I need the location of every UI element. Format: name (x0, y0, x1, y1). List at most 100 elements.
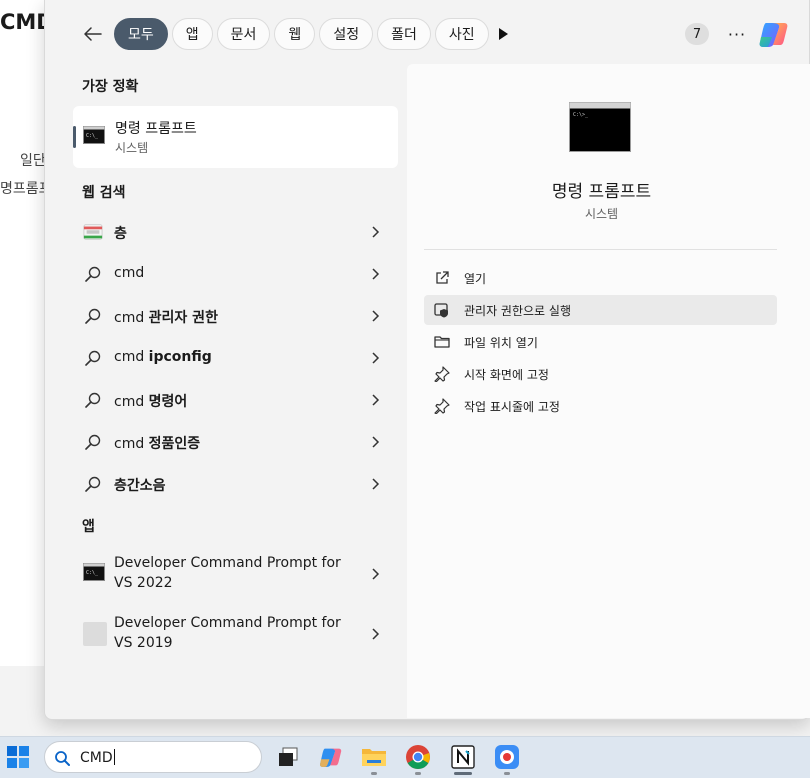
rewards-count-badge[interactable]: 7 (685, 23, 709, 45)
more-options-button[interactable]: ··· (725, 22, 749, 46)
chevron-right-icon (372, 226, 380, 238)
filter-chip-apps[interactable]: 앱 (171, 18, 213, 50)
taskbar-search-box[interactable]: CMD (44, 741, 262, 773)
web-result-item[interactable]: cmd (73, 254, 398, 294)
running-indicator (415, 772, 421, 775)
results-list: 가장 정확 C:\_ 명령 프롬프트 시스템 웹 검색 층 cmd cmd 관리… (45, 64, 407, 720)
svg-text:C:\_: C:\_ (86, 570, 99, 576)
open-external-icon (436, 271, 449, 284)
search-icon (83, 475, 103, 493)
web-result-label: cmd 명령어 (114, 394, 188, 410)
action-run-as-admin[interactable]: 관리자 권한으로 실행 (424, 295, 777, 325)
console-large-icon: C:\>_ (569, 102, 631, 152)
web-search-heading: 웹 검색 (82, 185, 126, 201)
web-result-label: 층 (114, 226, 127, 242)
background-text: 일단 (20, 153, 44, 169)
web-result-label: 층간소음 (114, 478, 166, 494)
filter-chip-documents[interactable]: 문서 (216, 18, 271, 50)
app-result-item[interactable]: C:\_ Developer Command Prompt for VS 202… (73, 548, 398, 600)
filter-chip-folders[interactable]: 폴더 (377, 18, 431, 50)
back-button[interactable] (79, 20, 107, 48)
background-title: CMD (0, 10, 44, 34)
action-pin-to-taskbar[interactable]: 작업 표시줄에 고정 (424, 391, 777, 421)
web-result-item[interactable]: cmd 명령어 (73, 380, 398, 420)
filter-chip-settings[interactable]: 설정 (319, 18, 374, 50)
web-image-icon (83, 223, 103, 241)
web-result-item[interactable]: cmd ipconfig (73, 338, 398, 378)
filter-bar: 모두 앱 문서 웹 설정 폴더 사진 7 ··· (45, 0, 810, 64)
console-icon: C:\_ (83, 563, 105, 581)
app-result-item[interactable]: Developer Command Prompt for VS 2019 (73, 608, 398, 660)
taskbar-copilot-button[interactable] (317, 743, 345, 771)
folder-icon (434, 336, 450, 348)
copilot-icon (320, 748, 342, 767)
apps-heading: 앱 (82, 519, 95, 535)
action-label: 시작 화면에 고정 (464, 368, 549, 382)
active-indicator (454, 772, 472, 775)
running-indicator (504, 772, 510, 775)
action-label: 관리자 권한으로 실행 (464, 304, 571, 318)
web-result-item[interactable]: cmd 정품인증 (73, 422, 398, 462)
chevron-right-icon (372, 352, 380, 364)
web-result-item[interactable]: cmd 관리자 권한 (73, 296, 398, 336)
best-match-result[interactable]: C:\_ 명령 프롬프트 시스템 (73, 106, 398, 168)
web-result-label: cmd 관리자 권한 (114, 310, 218, 326)
shield-icon (434, 303, 448, 318)
chevron-right-icon (372, 394, 380, 406)
chrome-button[interactable] (404, 743, 432, 771)
running-indicator (371, 772, 377, 775)
pin-icon (434, 398, 450, 414)
action-open-file-location[interactable]: 파일 위치 열기 (424, 327, 777, 357)
more-filters-button[interactable] (493, 24, 513, 44)
chevron-right-icon (372, 436, 380, 448)
background-text: 명프롬프 (0, 181, 44, 197)
app-result-label: Developer Command Prompt for VS 2022 (114, 555, 341, 591)
chevron-right-icon (372, 310, 380, 322)
action-pin-to-start[interactable]: 시작 화면에 고정 (424, 359, 777, 389)
svg-text:C:\>_: C:\>_ (573, 112, 589, 118)
best-match-name: 명령 프롬프트 (115, 121, 197, 137)
notion-icon (451, 745, 475, 769)
search-icon (55, 751, 70, 766)
task-view-button[interactable] (274, 743, 302, 771)
chrome-icon (406, 745, 430, 769)
chevron-right-icon (372, 478, 380, 490)
filter-chip-web[interactable]: 웹 (274, 18, 316, 50)
search-icon (83, 349, 103, 367)
web-result-item[interactable]: 층 (73, 212, 398, 252)
search-icon (83, 433, 103, 451)
detail-subtitle: 시스템 (584, 207, 619, 221)
app-result-label: Developer Command Prompt for VS 2019 (114, 615, 341, 651)
copilot-button[interactable] (757, 17, 791, 51)
web-result-label: cmd 정품인증 (114, 436, 201, 452)
pin-icon (434, 366, 450, 382)
taskbar: CMD (0, 736, 810, 778)
action-open[interactable]: 열기 (424, 263, 777, 293)
screen-recorder-icon (495, 745, 519, 769)
detail-title: 명령 프롬프트 (551, 182, 652, 202)
selection-indicator (73, 126, 76, 148)
taskbar-search-input[interactable]: CMD (80, 749, 115, 766)
search-icon (83, 307, 103, 325)
chevron-right-icon (372, 268, 380, 280)
action-label: 열기 (464, 272, 487, 286)
best-match-subtitle: 시스템 (115, 141, 149, 155)
screen-recorder-button[interactable] (493, 743, 521, 771)
filter-chips: 모두 앱 문서 웹 설정 폴더 사진 (114, 18, 489, 50)
search-icon (83, 265, 103, 283)
windows-logo-icon (7, 746, 29, 768)
start-button[interactable] (7, 746, 29, 768)
svg-text:C:\_: C:\_ (86, 133, 99, 139)
web-result-item[interactable]: 층간소음 (73, 464, 398, 504)
console-icon: C:\_ (83, 126, 105, 144)
blank-app-icon (83, 622, 107, 646)
search-flyout: 모두 앱 문서 웹 설정 폴더 사진 7 ··· 가장 정확 C:\_ 명령 프… (44, 0, 810, 720)
file-explorer-icon (362, 749, 386, 766)
filter-chip-all[interactable]: 모두 (114, 18, 168, 50)
text-cursor (113, 749, 115, 765)
filter-chip-photos[interactable]: 사진 (434, 18, 489, 50)
file-explorer-button[interactable] (360, 743, 388, 771)
background-document: CMD 일단 명프롬프 (0, 0, 44, 666)
notion-button[interactable] (449, 743, 477, 771)
task-view-icon (279, 747, 298, 766)
